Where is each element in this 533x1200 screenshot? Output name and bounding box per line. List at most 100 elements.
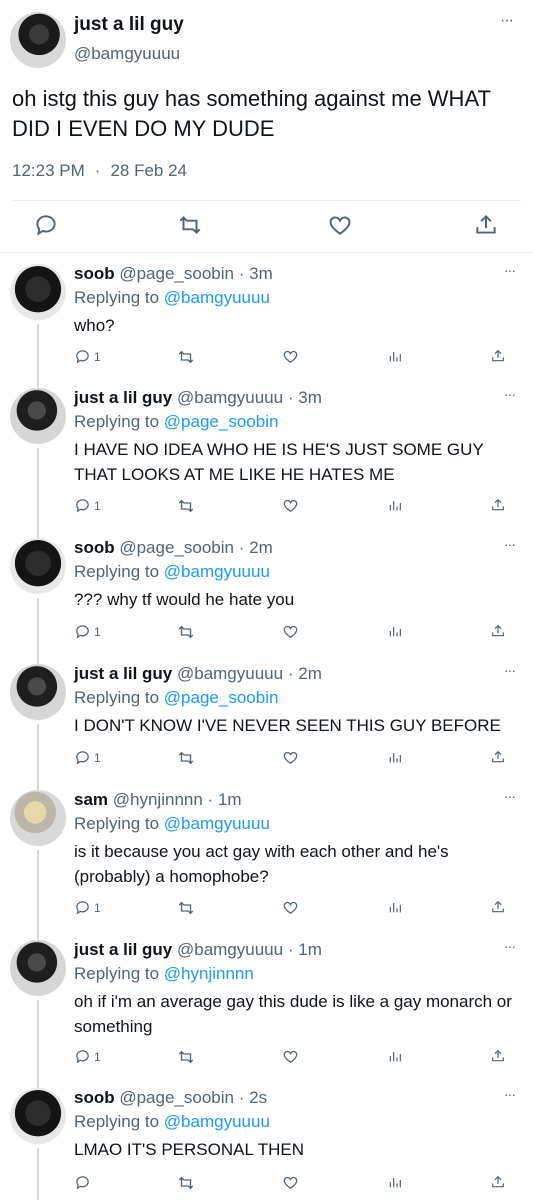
divider bbox=[0, 252, 533, 253]
timestamp[interactable]: 2m bbox=[249, 538, 273, 557]
mention-link[interactable]: @bamgyuuuu bbox=[164, 288, 270, 307]
display-name[interactable]: soob bbox=[74, 264, 115, 283]
reply-tweet[interactable]: just a lil guy @bamgyuuuu · 3m ··· Reply… bbox=[0, 380, 533, 542]
analytics-button[interactable] bbox=[387, 899, 403, 915]
timestamp[interactable]: 2s bbox=[249, 1088, 267, 1107]
reply-button[interactable]: 1 bbox=[74, 348, 101, 365]
avatar[interactable] bbox=[10, 1088, 66, 1144]
timestamp[interactable]: 2m bbox=[298, 664, 322, 683]
analytics-button[interactable] bbox=[387, 497, 403, 513]
reply-button[interactable] bbox=[74, 1174, 94, 1191]
mention-link[interactable]: @bamgyuuuu bbox=[164, 562, 270, 581]
retweet-button[interactable] bbox=[177, 1048, 195, 1066]
like-button[interactable] bbox=[282, 1048, 299, 1065]
mention-link[interactable]: @bamgyuuuu bbox=[164, 1112, 270, 1131]
more-options-button[interactable]: ··· bbox=[504, 262, 516, 278]
retweet-button[interactable] bbox=[177, 348, 195, 366]
reply-tweet[interactable]: soob @page_soobin · 2m ··· Replying to @… bbox=[0, 530, 533, 668]
retweet-button[interactable] bbox=[177, 899, 195, 917]
share-button[interactable] bbox=[490, 749, 506, 765]
share-button[interactable] bbox=[490, 1174, 506, 1190]
display-name[interactable]: soob bbox=[74, 538, 115, 557]
analytics-button[interactable] bbox=[387, 348, 403, 364]
more-options-button[interactable]: ··· bbox=[504, 788, 516, 804]
reply-button[interactable]: 1 bbox=[74, 497, 101, 514]
share-button[interactable] bbox=[490, 348, 506, 364]
retweet-button[interactable] bbox=[177, 749, 195, 767]
retweet-button[interactable] bbox=[177, 497, 195, 515]
like-button[interactable] bbox=[282, 1174, 299, 1191]
avatar[interactable] bbox=[10, 940, 66, 996]
display-name[interactable]: just a lil guy bbox=[74, 388, 172, 407]
avatar[interactable] bbox=[10, 538, 66, 594]
analytics-icon bbox=[389, 352, 401, 362]
handle[interactable]: @bamgyuuuu bbox=[74, 44, 180, 64]
like-button[interactable] bbox=[282, 623, 299, 640]
more-options-button[interactable]: ··· bbox=[504, 386, 516, 402]
more-options-button[interactable]: ··· bbox=[504, 1086, 516, 1102]
more-options-button[interactable]: ··· bbox=[504, 938, 516, 954]
avatar[interactable] bbox=[10, 388, 66, 444]
share-button[interactable] bbox=[473, 212, 499, 238]
like-button[interactable] bbox=[282, 899, 299, 916]
analytics-button[interactable] bbox=[387, 1174, 403, 1190]
display-name[interactable]: sam bbox=[74, 790, 108, 809]
mention-link[interactable]: @hynjinnnn bbox=[164, 964, 254, 983]
handle[interactable]: @page_soobin bbox=[119, 1088, 234, 1107]
tweet-timestamp[interactable]: 12:23 PM · 28 Feb 24 bbox=[12, 161, 187, 181]
mention-link[interactable]: @page_soobin bbox=[164, 412, 279, 431]
share-button[interactable] bbox=[490, 623, 506, 639]
timestamp[interactable]: 3m bbox=[298, 388, 322, 407]
handle[interactable]: @bamgyuuuu bbox=[177, 664, 283, 683]
handle[interactable]: @bamgyuuuu bbox=[177, 388, 283, 407]
like-button[interactable] bbox=[282, 348, 299, 365]
retweet-button[interactable] bbox=[177, 1174, 195, 1192]
reply-button[interactable]: 1 bbox=[74, 899, 101, 916]
display-name[interactable]: just a lil guy bbox=[74, 14, 184, 36]
display-name[interactable]: just a lil guy bbox=[74, 664, 172, 683]
reply-actions: 1 bbox=[0, 348, 533, 368]
handle[interactable]: @bamgyuuuu bbox=[177, 940, 283, 959]
reply-tweet[interactable]: soob @page_soobin · 3m ··· Replying to @… bbox=[0, 256, 533, 440]
more-options-button[interactable]: ··· bbox=[500, 12, 514, 30]
share-button[interactable] bbox=[490, 899, 506, 915]
share-button[interactable] bbox=[490, 1048, 506, 1064]
retweet-button[interactable] bbox=[177, 212, 203, 238]
avatar[interactable] bbox=[10, 264, 66, 320]
handle[interactable]: @hynjinnnn bbox=[113, 790, 203, 809]
avatar[interactable] bbox=[10, 790, 66, 846]
like-button[interactable] bbox=[282, 497, 299, 514]
analytics-button[interactable] bbox=[387, 749, 403, 765]
reply-button[interactable]: 1 bbox=[74, 623, 101, 640]
reply-tweet[interactable]: just a lil guy @bamgyuuuu · 2m ··· Reply… bbox=[0, 656, 533, 794]
like-button[interactable] bbox=[282, 749, 299, 766]
reply-button[interactable]: 1 bbox=[74, 1048, 101, 1065]
reply-button[interactable] bbox=[33, 212, 59, 238]
handle[interactable]: @page_soobin bbox=[119, 538, 234, 557]
timestamp[interactable]: 1m bbox=[298, 940, 322, 959]
reply-tweet[interactable]: just a lil guy @bamgyuuuu · 1m ··· Reply… bbox=[0, 932, 533, 1092]
retweet-button[interactable] bbox=[177, 623, 195, 641]
analytics-button[interactable] bbox=[387, 623, 403, 639]
mention-link[interactable]: @bamgyuuuu bbox=[164, 814, 270, 833]
reply-tweet[interactable]: sam @hynjinnnn · 1m ··· Replying to @bam… bbox=[0, 782, 533, 944]
timestamp[interactable]: 1m bbox=[218, 790, 242, 809]
mention-link[interactable]: @page_soobin bbox=[164, 688, 279, 707]
more-options-button[interactable]: ··· bbox=[504, 536, 516, 552]
analytics-button[interactable] bbox=[387, 1048, 403, 1064]
heart-icon bbox=[283, 350, 298, 363]
avatar[interactable] bbox=[10, 12, 66, 68]
reply-actions: 1 bbox=[0, 497, 533, 517]
timestamp[interactable]: 3m bbox=[249, 264, 273, 283]
separator-dot: · bbox=[238, 538, 245, 557]
reply-button[interactable]: 1 bbox=[74, 749, 101, 766]
more-options-button[interactable]: ··· bbox=[504, 662, 516, 678]
share-button[interactable] bbox=[490, 497, 506, 513]
display-name[interactable]: soob bbox=[74, 1088, 115, 1107]
reply-tweet[interactable]: soob @page_soobin · 2s ··· Replying to @… bbox=[0, 1080, 533, 1200]
like-button[interactable] bbox=[327, 212, 353, 238]
handle[interactable]: @page_soobin bbox=[119, 264, 234, 283]
retweet-icon bbox=[178, 751, 194, 765]
display-name[interactable]: just a lil guy bbox=[74, 940, 172, 959]
avatar[interactable] bbox=[10, 664, 66, 720]
